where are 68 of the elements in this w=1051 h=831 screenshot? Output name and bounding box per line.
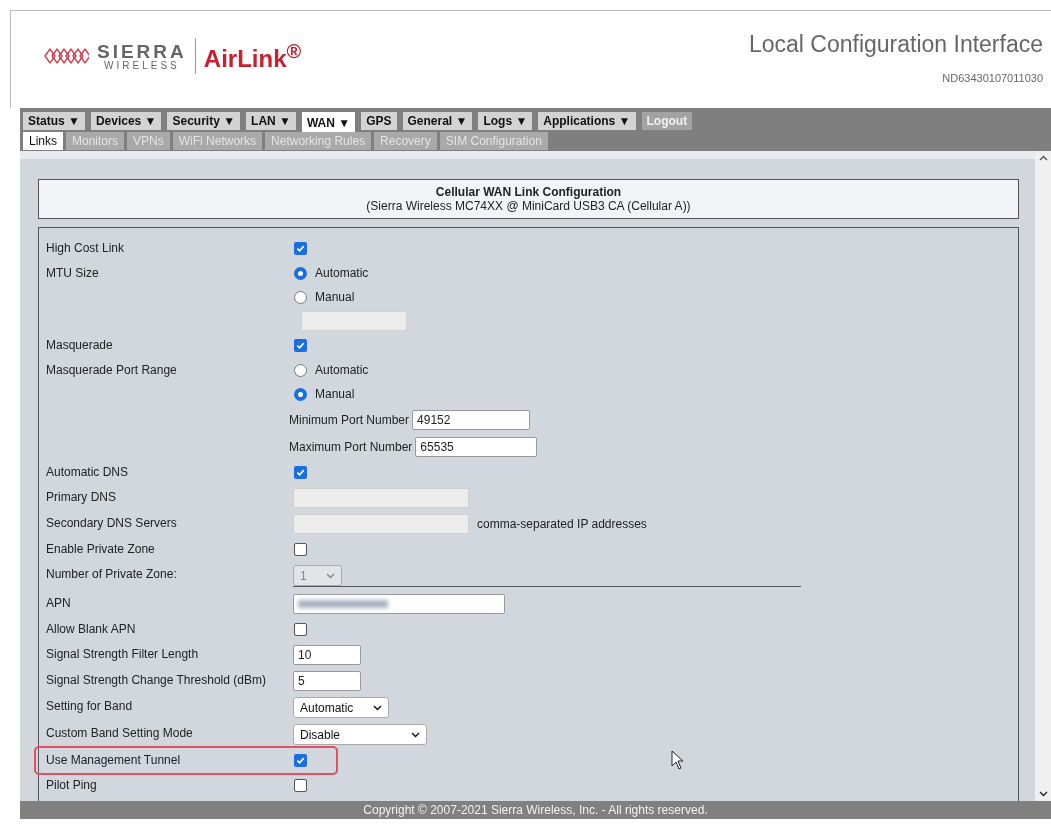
checkbox[interactable] [294,241,307,255]
field-label: APN [46,595,72,612]
field-label: Use Management Tunnel [46,752,182,769]
scrollbar[interactable] [1035,151,1051,801]
checkbox[interactable] [294,465,307,479]
checkbox[interactable] [294,542,307,556]
chevron-down-icon [1038,791,1048,797]
field-label: Minimum Port Number [289,412,410,427]
menu-tab[interactable]: GPS [361,112,397,130]
product-name: AirLink$^{®}$ [203,39,302,73]
menu-tab[interactable]: Devices ▼ [90,112,162,130]
radio-label: Automatic [315,363,369,377]
field-label: High Cost Link [46,240,126,257]
page-title: Local Configuration Interface [748,31,1043,58]
field-label: Allow Blank APN [46,621,137,638]
menu-tab[interactable]: LAN ▼ [246,112,296,130]
panel-title: Cellular WAN Link Configuration [435,185,622,199]
chevron-up-icon[interactable] [1038,155,1048,161]
input-field[interactable]: 5 [293,671,361,691]
field-label: Primary DNS [46,489,117,506]
menu-tab[interactable]: Logs ▼ [478,112,533,130]
input-field[interactable]: 65535 [415,436,538,457]
input-field[interactable]: 10 [293,645,361,665]
mouse-cursor-icon [671,750,685,770]
dropdown[interactable]: Disable [293,724,427,745]
logo-text: SIERRA [97,41,187,61]
input-field[interactable]: 49152 [412,409,531,430]
checkbox[interactable] [294,753,307,767]
device-serial: ND63430107011030 [942,72,1043,84]
field-label: Number of Private Zone: [46,566,178,583]
field-label: Custom Band Setting Mode [46,725,194,742]
field-label: Secondary DNS Servers [46,515,178,532]
radio-button[interactable] [294,290,307,304]
radio-button[interactable] [294,363,307,377]
chevron-down-icon [326,572,335,579]
field-label: Pilot Ping [46,777,98,794]
chevron-down-icon [411,731,420,738]
field-label: Signal Strength Filter Length [46,646,200,663]
field-label: Enable Private Zone [46,541,156,558]
chevron-down-icon [373,704,382,711]
checkbox[interactable] [294,338,307,352]
field-label: Signal Strength Change Threshold (dBm) [46,672,267,689]
field-label: Masquerade [46,337,114,354]
dropdown[interactable]: Automatic [293,697,389,718]
input-field[interactable] [301,311,407,331]
panel-subtitle: (Sierra Wireless MC74XX @ MiniCard USB3 CA (Cellular A)) [366,199,691,213]
field-label: Setting for Band [46,698,134,715]
checkbox[interactable] [294,622,307,636]
field-label: MTU Size [46,265,100,282]
checkbox[interactable] [294,778,307,792]
copyright-text: Copyright © 2007-2021 Sierra Wireless, Inc. - All rights reserved. [20,801,1051,819]
radio-button[interactable] [294,266,307,280]
field-label: Masquerade Port Range [46,362,178,379]
menu-tab[interactable]: Applications ▼ [538,112,636,130]
field-label: Automatic DNS [46,464,130,481]
submenu-tab[interactable]: Links [23,132,63,150]
field-label: Maximum Port Number [289,439,413,454]
menu-tab[interactable]: Security ▼ [167,112,241,130]
field-hint: comma-separated IP addresses [477,517,647,531]
radio-label: Manual [315,290,355,304]
menu-tab[interactable]: WAN ▼ [301,112,356,133]
input-field[interactable] [293,594,505,614]
menu-tab[interactable]: Status ▼ [23,112,85,130]
menu-tab[interactable]: General ▼ [402,112,473,130]
radio-label: Automatic [315,266,369,280]
radio-label: Manual [315,387,355,401]
radio-button[interactable] [294,387,307,401]
logo-subtext: WIRELESS [103,60,181,71]
